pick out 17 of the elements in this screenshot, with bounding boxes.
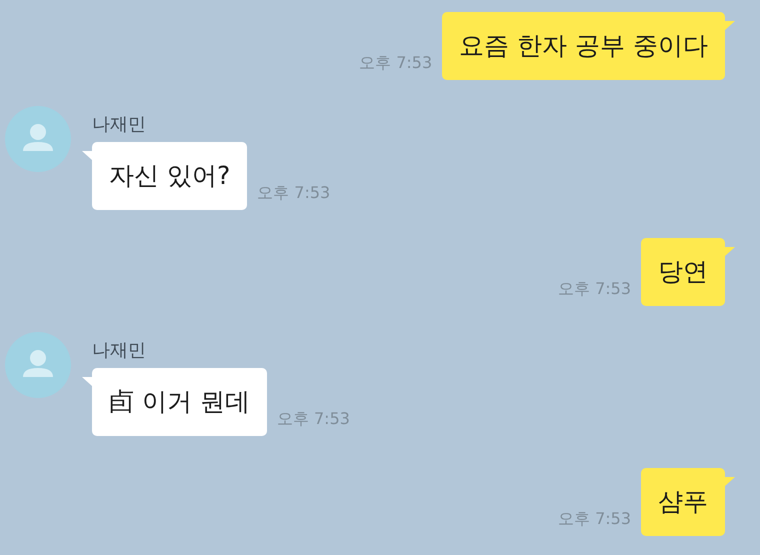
message-time: 오후 7:53 bbox=[359, 53, 432, 74]
message-time: 오후 7:53 bbox=[558, 509, 631, 530]
bubble-tail bbox=[725, 247, 735, 256]
avatar-icon bbox=[5, 332, 71, 398]
bubble-tail bbox=[725, 477, 735, 486]
avatar-icon bbox=[5, 106, 71, 172]
message-time: 오후 7:53 bbox=[257, 183, 330, 204]
sender-name: 나재민 bbox=[92, 113, 146, 136]
message-time: 오후 7:53 bbox=[276, 409, 350, 430]
message-bubble: 당연 bbox=[641, 238, 725, 306]
message-bubble: 요즘 한자 공부 중이다 bbox=[442, 12, 725, 80]
sender-name: 나재민 bbox=[92, 339, 146, 362]
message-bubble: 샴푸 bbox=[641, 468, 725, 536]
message-time: 오후 7:53 bbox=[558, 279, 631, 300]
message-bubble: 卣 이거 뭔데 bbox=[92, 368, 267, 436]
message-bubble: 자신 있어? bbox=[92, 142, 248, 210]
bubble-tail bbox=[725, 21, 735, 30]
